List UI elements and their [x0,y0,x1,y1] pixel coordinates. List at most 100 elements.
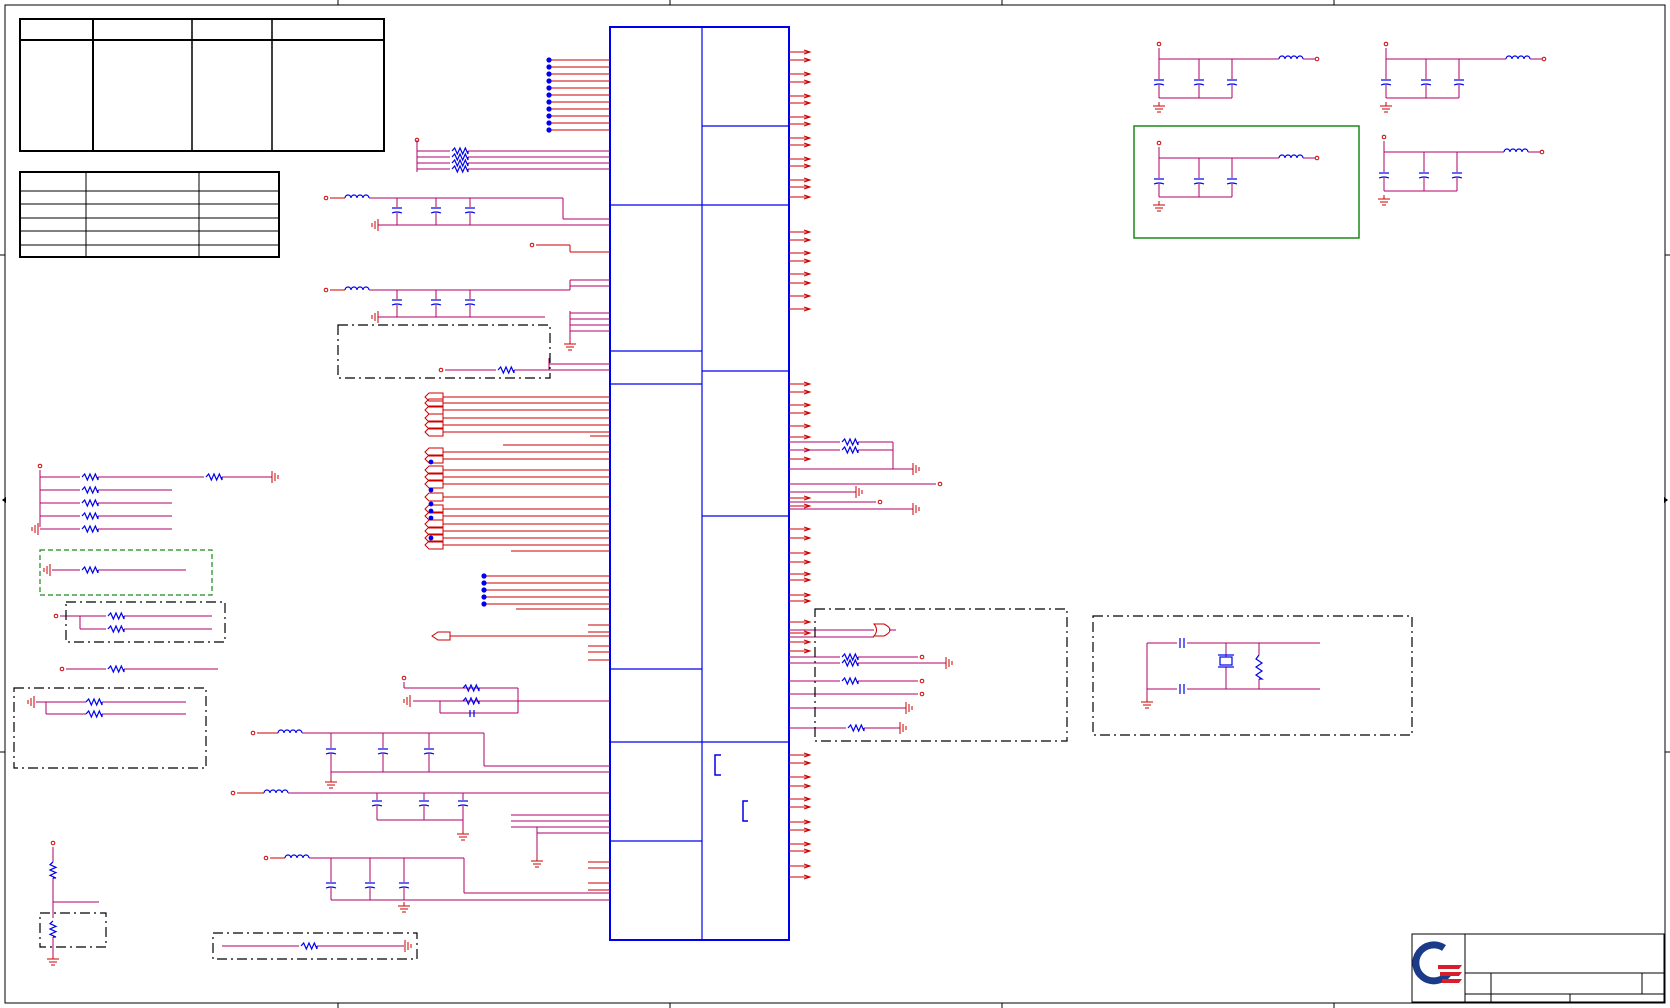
port-terminal [250,730,256,736]
port-terminal [919,654,925,660]
resistor-icon [107,611,125,621]
capacitor-icon [1153,83,1165,86]
resistor-icon [85,709,103,719]
junction-dot [546,127,552,133]
capacitor-icon [1226,182,1238,185]
capacitor-icon [325,886,337,889]
junction-dot [481,601,487,607]
resistor-icon [451,164,469,174]
junction-dot [546,85,552,91]
capacitor-icon [391,211,403,214]
capacitor-icon [423,752,435,755]
capacitor-icon [325,752,337,755]
capacitor-icon [1418,176,1430,179]
inductor-icon [263,789,289,794]
port-terminal [919,678,925,684]
capacitor-icon [1378,176,1390,179]
capacitor-icon [1226,83,1238,86]
inductor-icon [284,854,310,859]
resistor-icon [841,445,859,455]
port-terminal [1541,56,1547,62]
port-terminal [529,242,535,248]
capacitor-icon [371,804,383,807]
port-terminal [53,613,59,619]
port-terminal [1314,56,1320,62]
port-terminal [1381,134,1387,140]
port-terminal [919,691,925,697]
port-terminal [323,195,329,201]
resistor-icon [85,697,103,707]
capacitor-icon [391,303,403,306]
junction-dot [481,594,487,600]
inductor-icon [277,729,303,734]
resistor-icon [81,511,99,521]
schematic-sheet [0,0,1670,1008]
port-terminal [877,499,883,505]
inductor-icon [1278,55,1304,60]
junction-dot [546,57,552,63]
port-terminal [1156,140,1162,146]
port-terminal [1314,155,1320,161]
inductor-icon [1503,148,1529,153]
resistor-icon [48,920,58,938]
port-terminal [59,666,65,672]
port-terminal [401,675,407,681]
capacitor-icon [1420,83,1432,86]
port-terminal [438,367,444,373]
resistor-icon [81,524,99,534]
resistor-icon [107,664,125,674]
junction-dot [546,78,552,84]
port-terminal [230,790,236,796]
revision-table [19,18,385,152]
inductor-icon [344,286,370,291]
resistor-icon [841,658,859,668]
capacitor-icon [430,303,442,306]
wires [27,41,1547,966]
capacitor-icon [1179,638,1185,648]
inductor-icon [344,194,370,199]
port-terminal [1383,41,1389,47]
capacitor-icon [1179,684,1185,694]
offpage-connector-icon [431,631,451,641]
junction-dot [428,508,434,514]
junction-dot [546,113,552,119]
pin-table [19,171,280,258]
crystal-icon [1219,656,1233,666]
resistor-icon [847,723,865,733]
port-terminal [937,481,943,487]
capacitor-icon [364,886,376,889]
resistor-icon [841,676,859,686]
capacitor-icon [1193,83,1205,86]
capacitor-icon [398,886,410,889]
capacitor-icon [1193,182,1205,185]
junction-dot [428,535,434,541]
resistor-icon [81,472,99,482]
junction-dot [481,580,487,586]
port-terminal [263,855,269,861]
company-logo-icon [1412,941,1462,985]
resistor-icon [300,941,318,951]
capacitor-icon [464,211,476,214]
port-terminal [1156,41,1162,47]
resistor-icon [841,437,859,447]
capacitor-icon [1453,83,1465,86]
resistor-icon [107,624,125,634]
junction-dot [546,106,552,112]
capacitor-icon [1153,182,1165,185]
inductor-icon [1505,55,1531,60]
junction-dot [428,501,434,507]
port-terminal [50,840,56,846]
resistor-icon [81,565,99,575]
resistor-icon [48,861,58,879]
green-dashed-group [39,549,213,596]
junction-dot [481,587,487,593]
port-terminal [37,463,43,469]
dashed-groups [13,324,1413,960]
junction-dot [428,515,434,521]
junction-dot [546,99,552,105]
resistor-icon [205,472,223,482]
resistor-icon [497,365,515,375]
junction-dot [428,459,434,465]
resistor-icon [1254,654,1264,680]
junction-dot [546,71,552,77]
